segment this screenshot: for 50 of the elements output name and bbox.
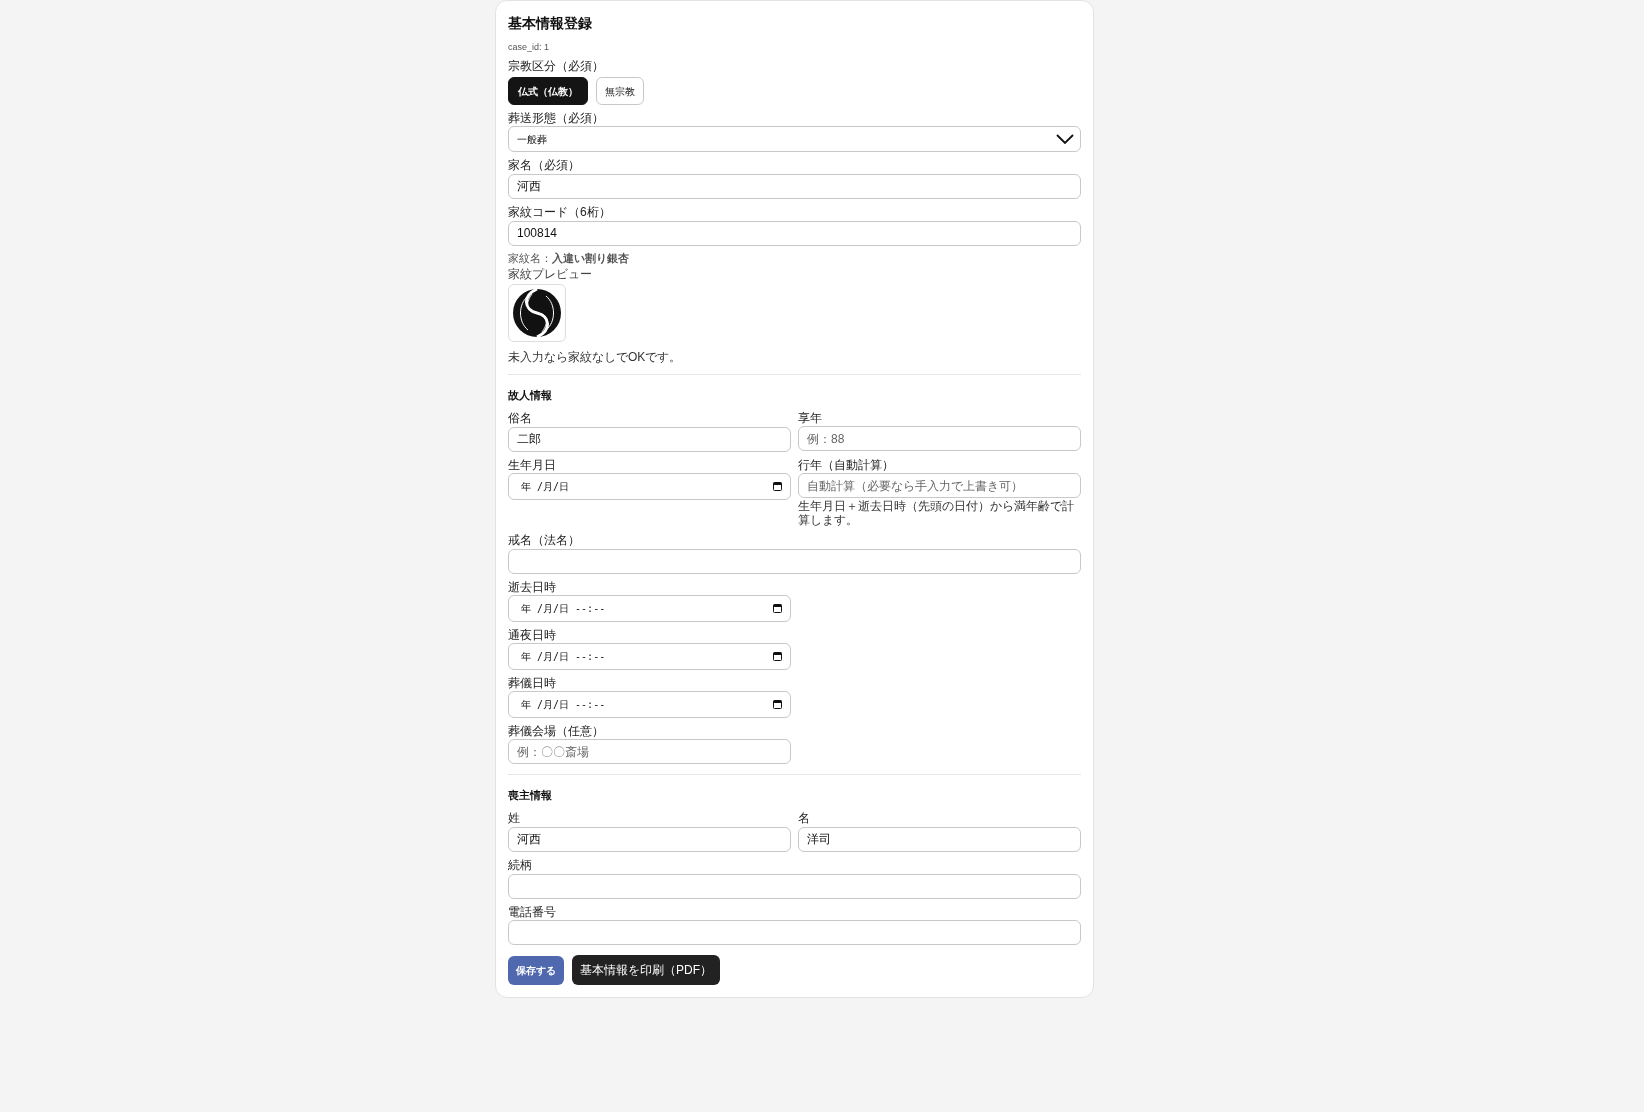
field-label: 葬儀日時	[508, 675, 557, 690]
crest-note: 未入力なら家紋なしでOKです。	[508, 349, 683, 364]
field-label: 逝去日時	[508, 579, 557, 594]
field-label: 生年月日	[508, 457, 557, 472]
case-id-text: case_id: 1	[508, 41, 551, 53]
field-label: 家名（必須）	[508, 158, 581, 172]
field-label: 行年（自動計算）	[798, 457, 895, 472]
field-label: 名	[798, 811, 811, 825]
religion-option[interactable]: 仏式（仏教）	[508, 77, 588, 105]
input-field[interactable]	[508, 548, 1081, 574]
input-field[interactable]: 河西	[508, 827, 791, 852]
field-label: 姓	[508, 811, 521, 825]
field-label: 俗名	[508, 410, 533, 425]
input-field[interactable]: 例：88	[798, 426, 1081, 451]
chevron-down-icon	[1056, 134, 1074, 144]
calendar-icon[interactable]	[773, 651, 782, 661]
date-time-field[interactable]: 年 /月/日 --:--	[508, 594, 791, 622]
field-label: 宗教区分（必須）	[508, 59, 605, 73]
religion-option[interactable]: 無宗教	[596, 77, 644, 105]
input-field[interactable]	[508, 920, 1081, 945]
field-label: 家紋コード（6桁）	[508, 205, 612, 219]
calendar-icon[interactable]	[773, 603, 782, 613]
field-label: 享年	[798, 410, 823, 425]
section-title: 喪主情報	[508, 788, 553, 803]
field-label: 葬送形態（必須）	[508, 111, 605, 125]
hint-text: 生年月日＋逝去日時（先頭の日付）から満年齢で計算します。	[798, 499, 1075, 527]
save-button[interactable]: 保存する	[508, 955, 564, 985]
field-label: 通夜日時	[508, 627, 557, 642]
field-label: 続柄	[508, 858, 533, 872]
date-time-field[interactable]: 年 /月/日 --:--	[508, 690, 791, 718]
input-field[interactable]: 自動計算（必要なら手入力で上書き可）	[798, 473, 1081, 498]
page-title: 基本情報登録	[508, 14, 593, 33]
crest-preview-label: 家紋プレビュー	[508, 266, 593, 281]
calendar-icon[interactable]	[773, 699, 782, 709]
input-field[interactable]: 洋司	[798, 827, 1081, 852]
input-field[interactable]: 例：〇〇斎場	[508, 739, 791, 764]
input-field[interactable]: 河西	[508, 174, 1081, 199]
date-time-field[interactable]: 年 /月/日	[508, 472, 791, 500]
input-field[interactable]: 100814	[508, 220, 1081, 246]
field-label: 葬儀会場（任意）	[508, 723, 605, 738]
section-title: 故人情報	[508, 387, 553, 403]
field-label: 戒名（法名）	[508, 533, 581, 547]
crest-name-text: 家紋名：入違い割り銀杏	[508, 250, 630, 265]
input-field[interactable]	[508, 873, 1081, 899]
date-time-field[interactable]: 年 /月/日 --:--	[508, 642, 791, 670]
field-label: 電話番号	[508, 904, 557, 919]
calendar-icon[interactable]	[773, 481, 782, 491]
input-field[interactable]: 二郎	[508, 426, 791, 452]
print-button[interactable]: 基本情報を印刷（PDF）	[572, 955, 720, 985]
select-field[interactable]: 一般葬	[508, 126, 1081, 152]
